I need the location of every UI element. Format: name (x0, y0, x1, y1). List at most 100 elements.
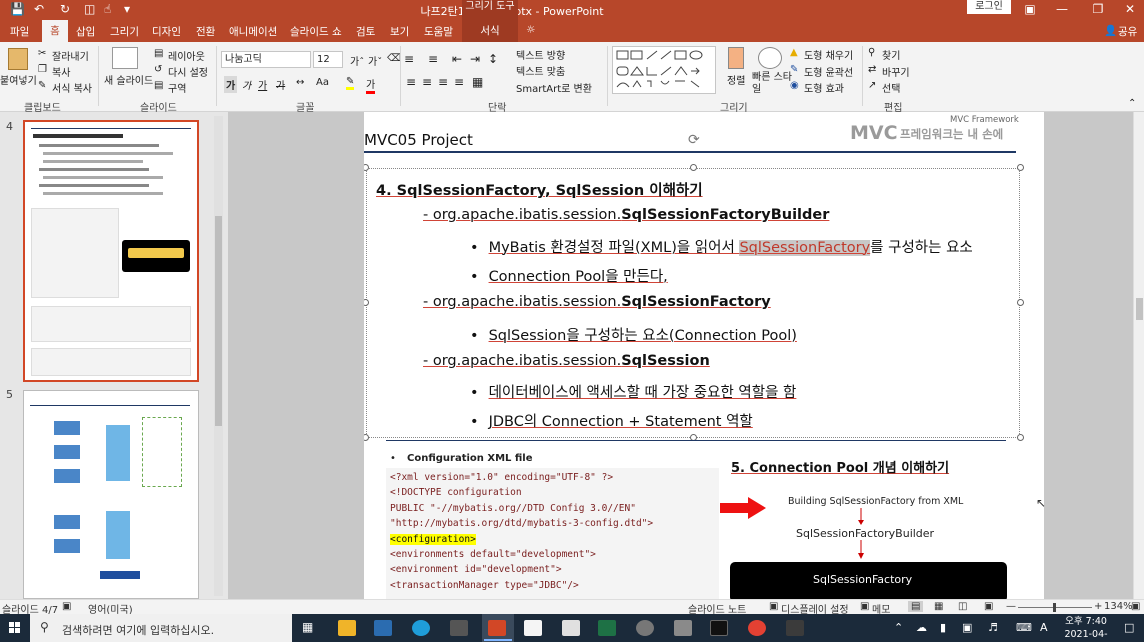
scissors-icon[interactable]: ✂ (38, 48, 46, 59)
highlight-color-icon[interactable]: ✎ (346, 76, 355, 90)
paint-bucket-icon[interactable]: ▲ (790, 47, 798, 58)
slide-thumbnail-4[interactable] (23, 120, 199, 382)
tab-help[interactable]: 도움말 (424, 24, 453, 39)
section-icon[interactable]: ▤ (154, 80, 163, 91)
powerpoint-taskbar-icon[interactable] (488, 620, 506, 636)
highlighted-term[interactable]: SqlSessionFactory (739, 240, 871, 256)
shape-fill-button[interactable]: 도형 채우기 (804, 47, 853, 62)
line-spacing-icon[interactable]: ↕ (488, 52, 498, 66)
layout-button[interactable]: 레이아웃 (168, 48, 205, 63)
resize-handle[interactable] (690, 164, 697, 171)
columns-icon[interactable]: ▦ (472, 75, 483, 89)
spellcheck-icon[interactable]: ▣ (62, 601, 71, 612)
fit-slide-icon[interactable]: ▣ (1131, 601, 1140, 612)
section-button[interactable]: 구역 (168, 80, 186, 95)
edge-icon[interactable] (412, 620, 430, 636)
smartart-button[interactable]: SmartArt로 변환 (516, 80, 592, 95)
font-size-combo[interactable]: 12 (313, 51, 343, 68)
volume-icon[interactable]: ♬ (988, 621, 998, 634)
new-slide-icon[interactable] (112, 47, 138, 69)
tab-slideshow[interactable]: 슬라이드 쇼 (290, 24, 342, 39)
normal-view-icon[interactable]: ▤ (908, 601, 924, 612)
layout-icon[interactable]: ▤ (154, 48, 163, 59)
strikethrough-button[interactable]: 가 (276, 77, 285, 92)
tab-format[interactable]: 서식 (462, 20, 518, 42)
zoom-slider-thumb[interactable] (1053, 603, 1056, 612)
notifications-icon[interactable]: □ (1124, 621, 1134, 634)
align-center-icon[interactable]: ≡ (422, 75, 432, 89)
decrease-indent-icon[interactable]: ⇤ (452, 52, 462, 66)
justify-icon[interactable]: ≡ (454, 75, 464, 89)
replace-icon[interactable]: ⇄ (868, 64, 876, 75)
minimize-button[interactable]: — (1050, 2, 1074, 16)
display-settings-icon[interactable]: ▣ (769, 601, 778, 612)
arrange-button[interactable]: 정렬 (727, 72, 745, 87)
quick-styles-icon[interactable] (758, 47, 782, 69)
share-icon[interactable]: 👤 (1104, 24, 1117, 37)
quick-styles-button[interactable]: 빠른 스타일 (752, 72, 792, 96)
battery-icon[interactable]: ▮ (940, 621, 946, 634)
effects-icon[interactable]: ◉ (790, 80, 799, 91)
taskbar-search-box[interactable]: ⚲ 검색하려면 여기에 입력하십시오. (30, 614, 292, 642)
ribbon-display-options-icon[interactable]: ▣ (1018, 2, 1042, 16)
network-icon[interactable]: ▣ (962, 621, 972, 634)
copy-icon[interactable]: ❐ (38, 64, 47, 75)
mail-icon[interactable] (374, 620, 392, 636)
reset-button[interactable]: 다시 설정 (168, 64, 208, 79)
keyboard-icon[interactable]: ⌨ (1016, 621, 1032, 634)
arrange-icon[interactable] (728, 47, 744, 69)
slide-canvas[interactable]: MVC Framework MVC 프레임워크는 내 손에 MVC05 Proj… (364, 112, 1044, 599)
select-icon[interactable]: ↗ (868, 80, 876, 91)
find-button[interactable]: 찾기 (882, 47, 900, 62)
format-painter-icon[interactable]: ✎ (38, 80, 46, 91)
excel-icon[interactable] (598, 620, 616, 636)
char-spacing-icon[interactable]: ↔ (296, 77, 304, 88)
paste-icon[interactable] (8, 48, 28, 70)
grow-font-icon[interactable]: 가ˆ (350, 53, 364, 68)
replace-button[interactable]: 바꾸기 (882, 64, 910, 79)
align-left-icon[interactable]: ≡ (406, 75, 416, 89)
close-button[interactable]: ✕ (1118, 2, 1142, 16)
resize-handle[interactable] (1017, 164, 1024, 171)
app-icon[interactable] (786, 620, 804, 636)
reading-view-icon[interactable]: ◫ (958, 601, 967, 612)
copy-button[interactable]: 복사 (52, 64, 70, 79)
resize-handle[interactable] (364, 434, 369, 441)
zoom-out-button[interactable]: — (1006, 601, 1016, 612)
slide-title[interactable]: MVC05 Project (364, 131, 473, 149)
slide-scrollbar[interactable] (1133, 112, 1144, 599)
file-explorer-icon[interactable] (338, 620, 356, 636)
slide-thumbnail-5[interactable] (23, 390, 199, 599)
rotate-handle-icon[interactable]: ⟳ (688, 132, 700, 148)
tab-file[interactable]: 파일 (10, 24, 29, 39)
select-button[interactable]: 선택 (882, 80, 900, 95)
align-right-icon[interactable]: ≡ (438, 75, 448, 89)
shape-outline-button[interactable]: 도형 윤곽선 (804, 64, 853, 79)
shape-effects-button[interactable]: 도형 효과 (804, 80, 844, 95)
shapes-gallery[interactable] (612, 46, 716, 94)
tab-transitions[interactable]: 전환 (196, 24, 215, 39)
paste-button[interactable]: 붙여넣기 (0, 72, 37, 87)
slideshow-view-icon[interactable]: ▣ (984, 601, 993, 612)
font-color-icon[interactable]: 가 (366, 76, 376, 94)
format-painter-button[interactable]: 서식 복사 (52, 80, 92, 95)
snip-tool-icon[interactable] (674, 620, 692, 636)
shrink-font-icon[interactable]: 가ˇ (368, 53, 382, 68)
login-button[interactable]: 로그인 (967, 0, 1011, 14)
taskbar-clock[interactable]: 오후 7:40 2021-04-22 (1060, 615, 1112, 642)
change-case-icon[interactable]: Aa (316, 77, 329, 88)
pen-icon[interactable]: ✎ (790, 64, 798, 75)
increase-indent-icon[interactable]: ⇥ (470, 52, 480, 66)
tab-insert[interactable]: 삽입 (76, 24, 95, 39)
tab-design[interactable]: 디자인 (152, 24, 181, 39)
text-direction-button[interactable]: 텍스트 방향 (516, 47, 565, 62)
cut-button[interactable]: 잘라내기 (52, 48, 89, 63)
store-icon[interactable] (450, 620, 468, 636)
chrome-icon[interactable] (748, 620, 766, 636)
reset-icon[interactable]: ↺ (154, 64, 162, 75)
thumbnails-scrollbar[interactable] (214, 116, 223, 596)
tab-animations[interactable]: 애니메이션 (229, 24, 277, 39)
scrollbar-thumb[interactable] (215, 216, 222, 426)
tab-draw[interactable]: 그리기 (110, 24, 139, 39)
start-button[interactable] (0, 614, 30, 642)
